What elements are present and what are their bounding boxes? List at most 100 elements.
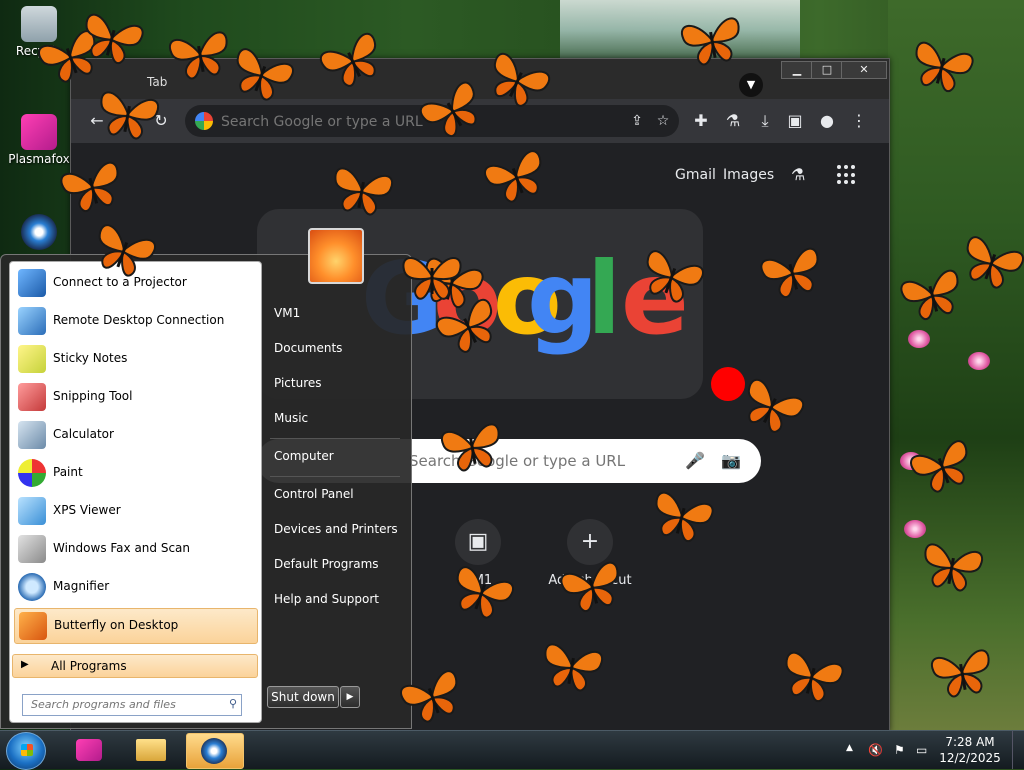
search-icon: ⚲ (228, 697, 237, 710)
maximize-icon: □ (821, 63, 833, 76)
butterfly-icon (918, 541, 985, 595)
apps-grid-icon[interactable] (837, 165, 857, 185)
start-item-label: Windows Fax and Scan (53, 541, 191, 555)
shut-down-button[interactable]: Shut down (267, 686, 339, 708)
butterfly-icon (328, 165, 395, 219)
folder-icon (136, 739, 166, 761)
google-icon (195, 112, 213, 130)
start-separator (270, 438, 400, 439)
plasmafox-icon (76, 739, 102, 761)
profile-button[interactable]: ● (815, 109, 839, 133)
microphone-icon[interactable]: 🎤 (683, 449, 707, 473)
start-item-butterfly-desktop[interactable]: Butterfly on Desktop (14, 608, 258, 644)
snipping-tool-icon (18, 383, 46, 411)
labs-button[interactable]: ⚗ (721, 109, 745, 133)
butterfly-icon (401, 256, 463, 301)
start-place-documents[interactable]: Documents (274, 341, 342, 355)
shut-down-options-button[interactable]: ▶ (340, 686, 360, 708)
share-icon[interactable]: ⇪ (625, 109, 649, 133)
menu-button[interactable]: ⋮ (847, 109, 871, 133)
taskbar-browser[interactable] (186, 733, 244, 769)
start-place-devices-printers[interactable]: Devices and Printers (274, 522, 398, 536)
start-item-magnifier[interactable]: Magnifier (14, 570, 256, 604)
desktop-icon-plasmafox[interactable]: Plasmafox (4, 114, 74, 166)
start-place-control-panel[interactable]: Control Panel (274, 487, 354, 501)
start-menu-programs-pane: Connect to a Projector Remote Desktop Co… (9, 261, 262, 723)
butterfly-icon (94, 89, 161, 143)
camera-icon[interactable]: 📷 (719, 449, 743, 473)
flask-icon[interactable]: ⚗ (791, 165, 805, 184)
butterfly-icon (167, 29, 234, 83)
butterfly-icon (439, 421, 506, 475)
kebab-menu-icon: ⋮ (851, 111, 867, 130)
show-hidden-icons-button[interactable]: ▲ (846, 743, 853, 753)
wallpaper-flower (904, 520, 926, 538)
extensions-button[interactable]: ✚ (689, 109, 713, 133)
downloads-button[interactable]: ⤓ (753, 109, 777, 133)
taskbar-explorer[interactable] (124, 733, 180, 767)
browser-icon (21, 214, 57, 250)
remote-desktop-icon (18, 307, 46, 335)
logo-letter: l (587, 240, 622, 357)
start-item-calculator[interactable]: Calculator (14, 418, 256, 452)
start-item-label: Magnifier (53, 579, 110, 593)
system-clock[interactable]: 7:28 AM 12/2/2025 (938, 734, 1002, 766)
maximize-button[interactable]: □ (811, 61, 843, 79)
images-link[interactable]: Images (723, 167, 774, 183)
projector-icon (18, 269, 46, 297)
start-item-snipping-tool[interactable]: Snipping Tool (14, 380, 256, 414)
start-search-input[interactable] (29, 697, 223, 712)
start-item-label: XPS Viewer (53, 503, 121, 517)
start-search-box[interactable]: ⚲ (22, 694, 242, 716)
start-item-remote-desktop[interactable]: Remote Desktop Connection (14, 304, 256, 338)
start-place-default-programs[interactable]: Default Programs (274, 557, 379, 571)
start-item-fax-scan[interactable]: Windows Fax and Scan (14, 532, 256, 566)
start-item-xps-viewer[interactable]: XPS Viewer (14, 494, 256, 528)
show-desktop-button[interactable] (1012, 731, 1024, 769)
wallpaper-flower (908, 330, 930, 348)
butterfly-icon (19, 612, 47, 640)
bookmark-star-icon[interactable]: ☆ (651, 109, 675, 133)
gmail-link[interactable]: Gmail (675, 167, 716, 183)
start-place-help-support[interactable]: Help and Support (274, 592, 379, 606)
triangle-right-icon: ▶ (346, 692, 354, 702)
browser-icon (201, 738, 227, 764)
side-panel-icon: ▣ (787, 111, 803, 130)
start-place-computer[interactable]: Computer (274, 449, 334, 463)
xps-viewer-icon (18, 497, 46, 525)
start-item-label: Calculator (53, 427, 114, 441)
volume-muted-icon[interactable]: 🔇 (868, 743, 883, 757)
plasmafox-icon (21, 114, 57, 150)
side-panel-button[interactable]: ▣ (783, 109, 807, 133)
taskbar: ▲ 🔇 ⚑ ▭ 7:28 AM 12/2/2025 (0, 730, 1024, 770)
flask-icon: ⚗ (725, 111, 741, 130)
clock-date: 12/2/2025 (939, 751, 1001, 765)
butterfly-icon (929, 647, 996, 701)
start-place-pictures[interactable]: Pictures (274, 376, 322, 390)
tab-title[interactable]: Tab (147, 75, 167, 89)
paint-icon (18, 459, 46, 487)
magnifier-icon (18, 573, 46, 601)
taskbar-plasmafox[interactable] (62, 733, 118, 767)
start-button[interactable] (6, 732, 46, 770)
user-account-picture[interactable] (308, 228, 364, 284)
start-item-label: Paint (53, 465, 83, 479)
tab-search-button[interactable]: ▼ (739, 73, 763, 97)
wallpaper-forest (888, 0, 1024, 730)
start-place-user[interactable]: VM1 (274, 306, 300, 320)
close-button[interactable]: ✕ (841, 61, 887, 79)
clock-time: 7:28 AM (945, 735, 995, 749)
desktop-icon-browser[interactable] (4, 214, 74, 252)
windows-logo-icon (21, 744, 33, 756)
minimize-button[interactable]: ▁ (781, 61, 813, 79)
network-icon[interactable]: ▭ (916, 743, 927, 757)
start-item-paint[interactable]: Paint (14, 456, 256, 490)
profile-icon: ● (820, 111, 834, 130)
desktop-icon-label: Plasmafox (8, 152, 70, 166)
start-item-sticky-notes[interactable]: Sticky Notes (14, 342, 256, 376)
start-item-label: Remote Desktop Connection (53, 313, 225, 327)
start-place-music[interactable]: Music (274, 411, 308, 425)
action-center-flag-icon[interactable]: ⚑ (894, 743, 905, 757)
all-programs-button[interactable]: ▶ All Programs (12, 654, 258, 678)
minimize-icon: ▁ (792, 63, 802, 76)
